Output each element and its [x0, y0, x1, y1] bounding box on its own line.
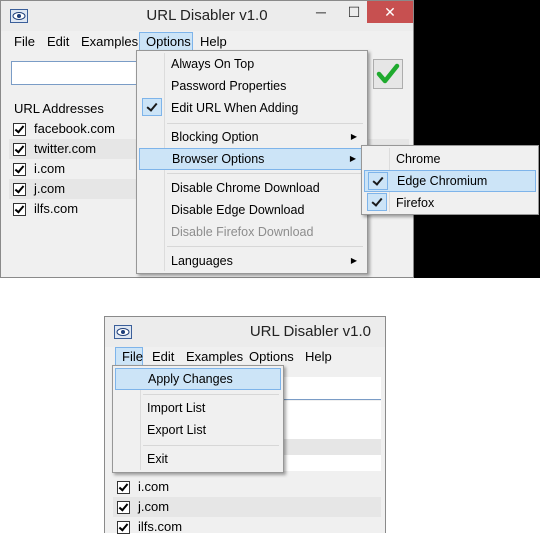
menu-examples[interactable]: Examples [180, 347, 249, 367]
green-check-icon [376, 63, 400, 84]
list-item[interactable]: j.com [113, 497, 381, 517]
url-list: i.com j.com ilfs.com [113, 477, 381, 537]
minimize-button[interactable]: ─ [301, 1, 341, 23]
menu-options[interactable]: Options [243, 347, 300, 367]
browser-options-submenu: Chrome Edge Chromium Firefox [361, 145, 539, 215]
desktop-background [414, 0, 540, 278]
checkbox-icon[interactable] [117, 481, 130, 494]
menu-edit[interactable]: Edit [146, 347, 180, 367]
close-button[interactable]: ✕ [367, 1, 413, 23]
checkbox-icon[interactable] [117, 521, 130, 534]
menu-help[interactable]: Help [299, 347, 338, 367]
file-menu: Apply Changes Import List Export List Ex… [112, 365, 284, 473]
checkbox-icon[interactable] [13, 123, 26, 136]
menu-item-edit-url-when-adding[interactable]: Edit URL When Adding [139, 97, 365, 119]
menu-item-import-list[interactable]: Import List [115, 397, 281, 419]
checkbox-icon[interactable] [13, 183, 26, 196]
menu-file[interactable]: File [115, 347, 143, 367]
menu-bar: File Edit Examples Options Help [106, 347, 384, 367]
menu-item-edge-chromium[interactable]: Edge Chromium [364, 170, 536, 192]
chevron-right-icon: ▶ [349, 154, 356, 163]
list-item[interactable]: ilfs.com [113, 517, 381, 537]
separator [143, 394, 279, 395]
check-icon [368, 172, 388, 190]
menu-examples[interactable]: Examples [75, 32, 144, 52]
menu-item-disable-edge-download[interactable]: Disable Edge Download [139, 199, 365, 221]
checkbox-icon[interactable] [117, 501, 130, 514]
check-icon [367, 193, 387, 211]
list-header-area [281, 401, 381, 423]
title-bar: URL Disabler v1.0 [105, 317, 385, 347]
menu-item-browser-options[interactable]: Browser Options ▶ [139, 148, 365, 170]
add-url-button[interactable] [373, 59, 403, 89]
menu-item-chrome[interactable]: Chrome [364, 148, 536, 170]
menu-item-password-properties[interactable]: Password Properties [139, 75, 365, 97]
maximize-button[interactable]: ☐ [341, 1, 367, 23]
checkbox-icon[interactable] [13, 203, 26, 216]
chevron-right-icon: ▶ [350, 256, 357, 265]
window-title: URL Disabler v1.0 [249, 323, 371, 340]
chevron-right-icon: ▶ [350, 132, 357, 141]
options-menu: Always On Top Password Properties Edit U… [136, 50, 368, 274]
menu-help[interactable]: Help [194, 32, 233, 52]
separator [167, 246, 363, 247]
menu-item-blocking-option[interactable]: Blocking Option ▶ [139, 126, 365, 148]
menu-item-always-on-top[interactable]: Always On Top [139, 53, 365, 75]
checkbox-icon[interactable] [13, 163, 26, 176]
menu-item-languages[interactable]: Languages ▶ [139, 250, 365, 272]
separator [143, 445, 279, 446]
menu-item-export-list[interactable]: Export List [115, 419, 281, 441]
checkbox-icon[interactable] [13, 143, 26, 156]
menu-item-exit[interactable]: Exit [115, 448, 281, 470]
menu-item-firefox[interactable]: Firefox [364, 192, 536, 214]
menu-options[interactable]: Options [139, 32, 193, 52]
title-bar: URL Disabler v1.0 ─ ☐ ✕ [1, 1, 413, 31]
menu-item-apply-changes[interactable]: Apply Changes [115, 368, 281, 390]
menu-bar: File Edit Examples Options Help [2, 32, 412, 52]
url-input[interactable] [281, 377, 381, 400]
list-item[interactable]: i.com [113, 477, 381, 497]
url-input[interactable] [11, 61, 146, 85]
menu-edit[interactable]: Edit [41, 32, 75, 52]
menu-item-disable-chrome-download[interactable]: Disable Chrome Download [139, 177, 365, 199]
menu-item-disable-firefox-download: Disable Firefox Download [171, 225, 314, 239]
separator [167, 123, 363, 124]
separator [167, 173, 363, 174]
eye-icon [114, 325, 132, 339]
menu-file[interactable]: File [8, 32, 41, 52]
check-icon [142, 98, 162, 116]
